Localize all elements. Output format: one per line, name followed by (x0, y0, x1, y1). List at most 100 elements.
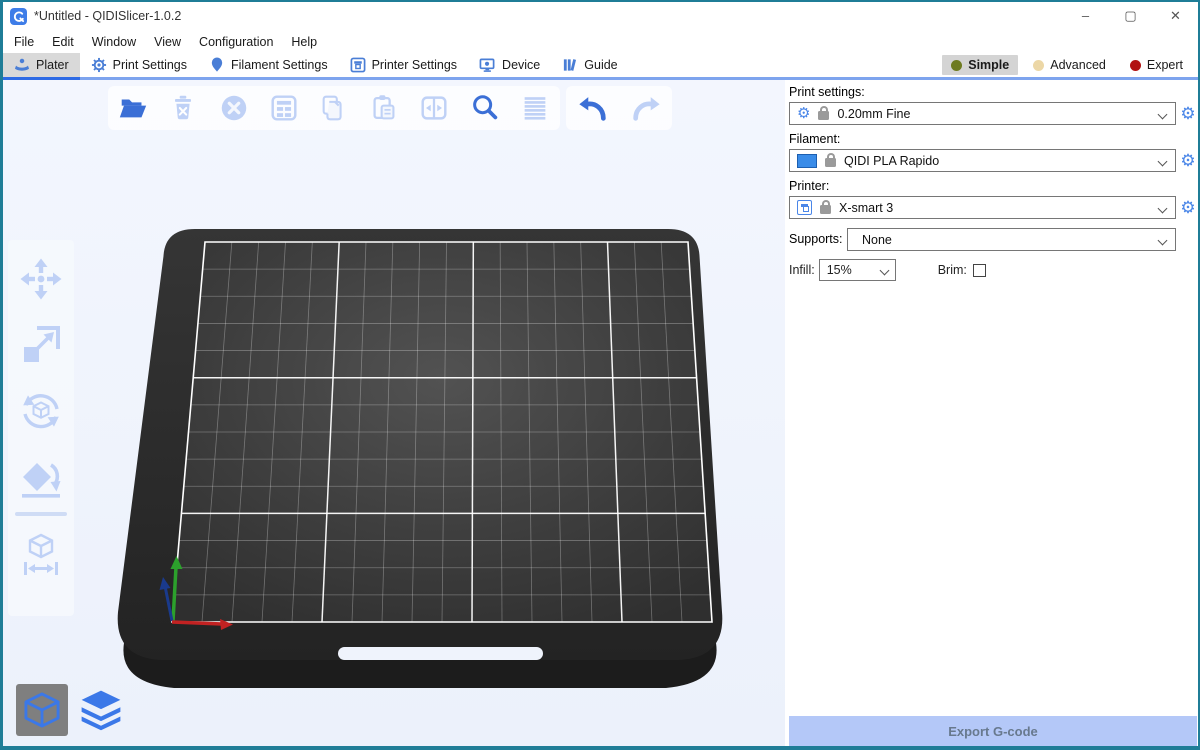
scale-icon (17, 321, 65, 369)
tab-print-settings[interactable]: Print Settings (80, 53, 198, 77)
filament-row: QIDI PLA Rapido ⚙ (789, 149, 1198, 172)
menu-item-file[interactable]: File (5, 35, 43, 49)
split-to-objects-icon (418, 92, 450, 124)
lock-icon (818, 111, 829, 120)
printer-label: Printer: (789, 179, 1198, 194)
print-settings-value: 0.20mm Fine (837, 107, 910, 121)
qidi-logo-icon (12, 10, 25, 23)
variable-layer-height-icon (519, 92, 551, 124)
export-gcode-button[interactable]: Export G-code (789, 716, 1197, 746)
chevron-down-icon (1158, 110, 1168, 120)
close-button[interactable]: ✕ (1153, 2, 1198, 30)
view-3d-editor-button[interactable] (16, 684, 68, 736)
mode-label: Simple (968, 58, 1009, 72)
viewport-3d[interactable] (3, 80, 785, 746)
menu-item-window[interactable]: Window (83, 35, 145, 49)
printer-select[interactable]: X-smart 3 (789, 196, 1176, 219)
move-button[interactable] (12, 246, 70, 312)
minimize-button[interactable]: – (1063, 2, 1108, 30)
undo-icon (576, 92, 610, 124)
tab-label: Print Settings (113, 58, 187, 72)
variable-layer-height-button[interactable] (513, 86, 557, 130)
tab-plater[interactable]: Plater (3, 53, 80, 77)
mode-label: Expert (1147, 58, 1183, 72)
delete-button[interactable] (161, 86, 205, 130)
app-icon (10, 8, 27, 25)
toolbar-separator (15, 512, 67, 516)
print-bed (100, 220, 740, 710)
open-button[interactable] (111, 86, 155, 130)
delete-trash-icon (167, 92, 199, 124)
tab-filament-settings[interactable]: Filament Settings (198, 53, 339, 77)
chevron-down-icon (879, 266, 889, 276)
redo-icon (629, 92, 663, 124)
tab-printer-settings[interactable]: Printer Settings (339, 53, 468, 77)
tab-label: Printer Settings (372, 58, 457, 72)
menu-item-configuration[interactable]: Configuration (190, 35, 282, 49)
arrange-button[interactable] (262, 86, 306, 130)
lock-icon (820, 205, 831, 214)
advanced-mode-dot-icon (1033, 60, 1044, 71)
bed-handle-slot (338, 647, 543, 660)
simple-mode-dot-icon (951, 60, 962, 71)
tab-guide[interactable]: Guide (551, 53, 628, 77)
search-icon (469, 92, 501, 124)
chevron-down-icon (1158, 204, 1168, 214)
chevron-down-icon (1158, 157, 1168, 167)
place-on-face-button[interactable] (12, 444, 70, 510)
copy-button[interactable] (312, 86, 356, 130)
sidebar: Print settings: ⚙ 0.20mm Fine ⚙ Filament… (785, 80, 1198, 746)
title-bar: *Untitled - QIDISlicer-1.0.2 – ▢ ✕ (3, 2, 1198, 30)
tab-label: Guide (584, 58, 617, 72)
menu-bar: File Edit Window View Configuration Help (3, 30, 1198, 53)
history-toolbar (566, 86, 672, 130)
measure-icon (17, 531, 65, 579)
mode-advanced[interactable]: Advanced (1024, 55, 1115, 75)
copy-icon (318, 92, 350, 124)
delete-all-button[interactable] (212, 86, 256, 130)
printer-gear-button[interactable]: ⚙ (1178, 198, 1198, 218)
supports-label: Supports: (789, 232, 847, 247)
paste-button[interactable] (362, 86, 406, 130)
device-icon (479, 57, 496, 73)
brim-checkbox[interactable] (973, 264, 986, 277)
scale-button[interactable] (12, 312, 70, 378)
menu-item-view[interactable]: View (145, 35, 190, 49)
infill-select[interactable]: 15% (819, 259, 896, 281)
arrange-icon (268, 92, 300, 124)
tab-device[interactable]: Device (468, 53, 551, 77)
supports-value: None (862, 233, 892, 247)
mode-switcher: Simple Advanced Expert (942, 53, 1198, 77)
tab-label: Filament Settings (231, 58, 328, 72)
menu-item-edit[interactable]: Edit (43, 35, 83, 49)
tab-label: Plater (36, 58, 69, 72)
move-icon (17, 255, 65, 303)
search-button[interactable] (463, 86, 507, 130)
open-folder-icon (117, 92, 149, 124)
infill-row: Infill: 15% Brim: (789, 259, 1198, 281)
menu-item-help[interactable]: Help (282, 35, 326, 49)
supports-row: Supports: None (789, 228, 1198, 251)
brim-label: Brim: (938, 263, 967, 277)
split-to-objects-button[interactable] (412, 86, 456, 130)
supports-select[interactable]: None (847, 228, 1176, 251)
redo-button[interactable] (624, 86, 668, 130)
measure-button[interactable] (12, 522, 70, 588)
filament-select[interactable]: QIDI PLA Rapido (789, 149, 1176, 172)
filament-gear-button[interactable]: ⚙ (1178, 151, 1198, 171)
print-settings-label: Print settings: (789, 85, 1198, 100)
print-settings-select[interactable]: ⚙ 0.20mm Fine (789, 102, 1176, 125)
tab-bar: Plater Print Settings Filament Settings … (3, 53, 1198, 80)
place-on-face-icon (17, 453, 65, 501)
infill-label: Infill: (789, 263, 815, 277)
print-settings-gear-button[interactable]: ⚙ (1178, 104, 1198, 124)
undo-button[interactable] (571, 86, 615, 130)
mode-expert[interactable]: Expert (1121, 55, 1192, 75)
mode-simple[interactable]: Simple (942, 55, 1018, 75)
printer-row: X-smart 3 ⚙ (789, 196, 1198, 219)
filament-color-swatch (797, 154, 817, 168)
maximize-button[interactable]: ▢ (1108, 2, 1153, 30)
view-preview-button[interactable] (75, 684, 127, 736)
rotate-icon (17, 387, 65, 435)
rotate-button[interactable] (12, 378, 70, 444)
